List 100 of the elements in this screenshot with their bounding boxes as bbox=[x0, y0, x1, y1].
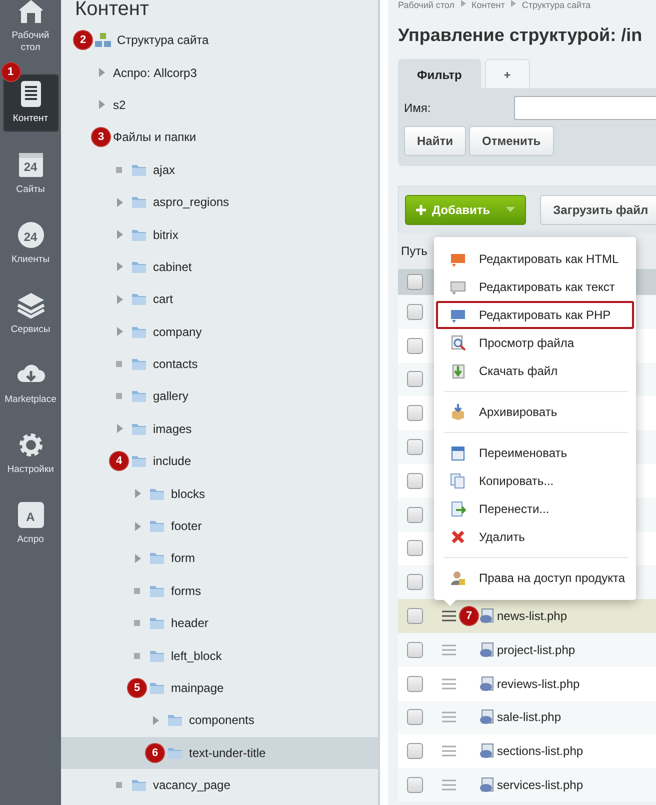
row-checkbox[interactable] bbox=[407, 439, 423, 456]
row-checkbox[interactable] bbox=[407, 371, 423, 388]
tree-item[interactable]: left_block bbox=[61, 639, 378, 672]
row-checkbox[interactable] bbox=[407, 338, 423, 354]
table-row[interactable]: 7 news-list.php bbox=[398, 599, 656, 633]
sidebar-item[interactable]: 24 Клиенты bbox=[2, 216, 58, 272]
layers-icon bbox=[16, 290, 46, 320]
step-badge: 2 bbox=[73, 30, 93, 50]
tree-item[interactable]: 4 include bbox=[61, 445, 378, 478]
table-row[interactable]: project-list.php bbox=[398, 632, 656, 667]
step-badge: 1 bbox=[0, 62, 20, 82]
php-file-icon bbox=[479, 777, 495, 794]
row-checkbox[interactable] bbox=[407, 608, 423, 624]
tree-item[interactable]: 5 mainpage bbox=[61, 672, 378, 704]
menu-item[interactable]: Скачать файл bbox=[436, 357, 634, 385]
tree-item[interactable]: company bbox=[61, 316, 378, 348]
menu-item[interactable]: Архивировать bbox=[436, 398, 634, 426]
box-icon bbox=[450, 404, 466, 420]
menu-item[interactable]: Редактировать как PHP bbox=[436, 301, 634, 329]
menu-item[interactable]: Перенести... bbox=[436, 495, 634, 523]
table-row[interactable]: services-list.php bbox=[398, 768, 656, 802]
tree-item[interactable]: images bbox=[61, 412, 378, 446]
tree-item[interactable]: 3 Файлы и папки bbox=[61, 121, 378, 154]
sidebar-item[interactable]: Сервисы bbox=[2, 286, 58, 342]
menu-item[interactable]: Редактировать как текст bbox=[436, 273, 634, 301]
row-checkbox[interactable] bbox=[407, 676, 423, 692]
filter-button[interactable]: Найти bbox=[404, 126, 466, 156]
breadcrumb-link[interactable]: Контент bbox=[472, 0, 505, 11]
folder-icon bbox=[131, 162, 147, 177]
sidebar-item[interactable]: Настройки bbox=[2, 426, 58, 482]
filter-tab[interactable]: Фильтр bbox=[398, 59, 481, 88]
menu-icon[interactable] bbox=[442, 610, 456, 622]
row-checkbox[interactable] bbox=[407, 506, 423, 523]
folder-icon bbox=[131, 260, 147, 274]
table-row[interactable]: sections-list.php bbox=[398, 734, 656, 768]
tree-item[interactable]: vacancy_page bbox=[61, 768, 378, 802]
folder-icon bbox=[131, 228, 147, 242]
download-icon bbox=[450, 363, 466, 379]
sidebar-item[interactable]: Контент bbox=[2, 74, 58, 132]
sidebar-item[interactable]: A Аспро bbox=[2, 496, 58, 552]
tree-item[interactable]: gallery bbox=[61, 380, 378, 413]
table-row[interactable]: reviews-list.php bbox=[398, 666, 656, 701]
name-field[interactable] bbox=[514, 96, 656, 120]
tree-item[interactable]: s2 bbox=[61, 88, 378, 122]
menu-item[interactable]: Просмотр файла bbox=[436, 329, 634, 357]
row-checkbox[interactable] bbox=[407, 574, 423, 590]
tree-item[interactable]: contacts bbox=[61, 348, 378, 380]
page-title: Управление структурой: /in bbox=[398, 24, 644, 47]
row-checkbox[interactable] bbox=[407, 743, 423, 760]
tree-item[interactable]: blocks bbox=[61, 477, 378, 510]
menu-item[interactable]: Переименовать bbox=[436, 439, 634, 467]
folder-icon bbox=[167, 713, 183, 728]
tree-item[interactable]: footer bbox=[61, 510, 378, 542]
row-checkbox[interactable] bbox=[407, 540, 423, 556]
folder-icon bbox=[131, 454, 147, 468]
breadcrumb-link[interactable]: Рабочий стол bbox=[398, 0, 454, 11]
row-checkbox[interactable] bbox=[407, 472, 423, 489]
filter-button[interactable]: Отменить bbox=[468, 126, 554, 156]
php-file-icon bbox=[479, 676, 495, 692]
row-checkbox[interactable] bbox=[407, 405, 423, 422]
table-row[interactable]: sale-list.php bbox=[398, 700, 656, 734]
upload-button[interactable]: Загрузить файл bbox=[540, 195, 656, 225]
menu-item[interactable]: Права на доступ продукта bbox=[436, 564, 634, 592]
menu-item[interactable]: Редактировать как HTML bbox=[436, 245, 634, 273]
sidebar-item[interactable]: Рабочий стол bbox=[2, 0, 58, 60]
breadcrumb-arrow-icon bbox=[460, 0, 466, 7]
select-all-checkbox[interactable] bbox=[407, 274, 423, 290]
tree-item[interactable]: bitrix bbox=[61, 218, 378, 251]
sidebar-item[interactable]: 24 Сайты bbox=[2, 146, 58, 202]
tree-item[interactable]: cabinet bbox=[61, 250, 378, 284]
row-checkbox[interactable] bbox=[407, 304, 423, 320]
tree-item[interactable]: Аспро: Allcorp3 bbox=[61, 56, 378, 89]
folder-icon bbox=[131, 389, 147, 404]
tree-item[interactable]: 6 text-under-title bbox=[61, 736, 378, 769]
row-checkbox[interactable] bbox=[407, 777, 423, 794]
step-badge: 7 bbox=[459, 606, 479, 626]
breadcrumb-link[interactable]: Структура сайта bbox=[522, 0, 591, 11]
menu-item[interactable]: Удалить bbox=[436, 523, 634, 551]
tree-item[interactable]: form bbox=[61, 542, 378, 575]
step-badge: 3 bbox=[91, 127, 111, 148]
menu-item[interactable]: Копировать... bbox=[436, 467, 634, 495]
tree-item[interactable]: header bbox=[61, 607, 378, 640]
folder-icon bbox=[149, 616, 165, 630]
tree-item[interactable]: 2 Структура сайта bbox=[61, 24, 378, 56]
sidebar-item[interactable]: Marketplace bbox=[2, 356, 58, 412]
folder-icon bbox=[149, 681, 165, 695]
tree-item[interactable]: forms bbox=[61, 574, 378, 608]
bullet-icon bbox=[116, 393, 122, 400]
tree-item[interactable]: ajax bbox=[61, 154, 378, 186]
tree-item[interactable]: cart bbox=[61, 283, 378, 316]
folder-icon bbox=[131, 422, 147, 436]
row-checkbox[interactable] bbox=[407, 642, 423, 658]
caret-icon bbox=[506, 207, 516, 213]
php-file-icon bbox=[479, 642, 495, 658]
filter-tab[interactable]: + bbox=[484, 59, 530, 88]
html-file-icon bbox=[450, 251, 466, 267]
folder-icon bbox=[149, 584, 165, 598]
row-checkbox[interactable] bbox=[407, 709, 423, 726]
tree-item[interactable]: aspro_regions bbox=[61, 186, 378, 218]
tree-item[interactable]: components bbox=[61, 704, 378, 737]
